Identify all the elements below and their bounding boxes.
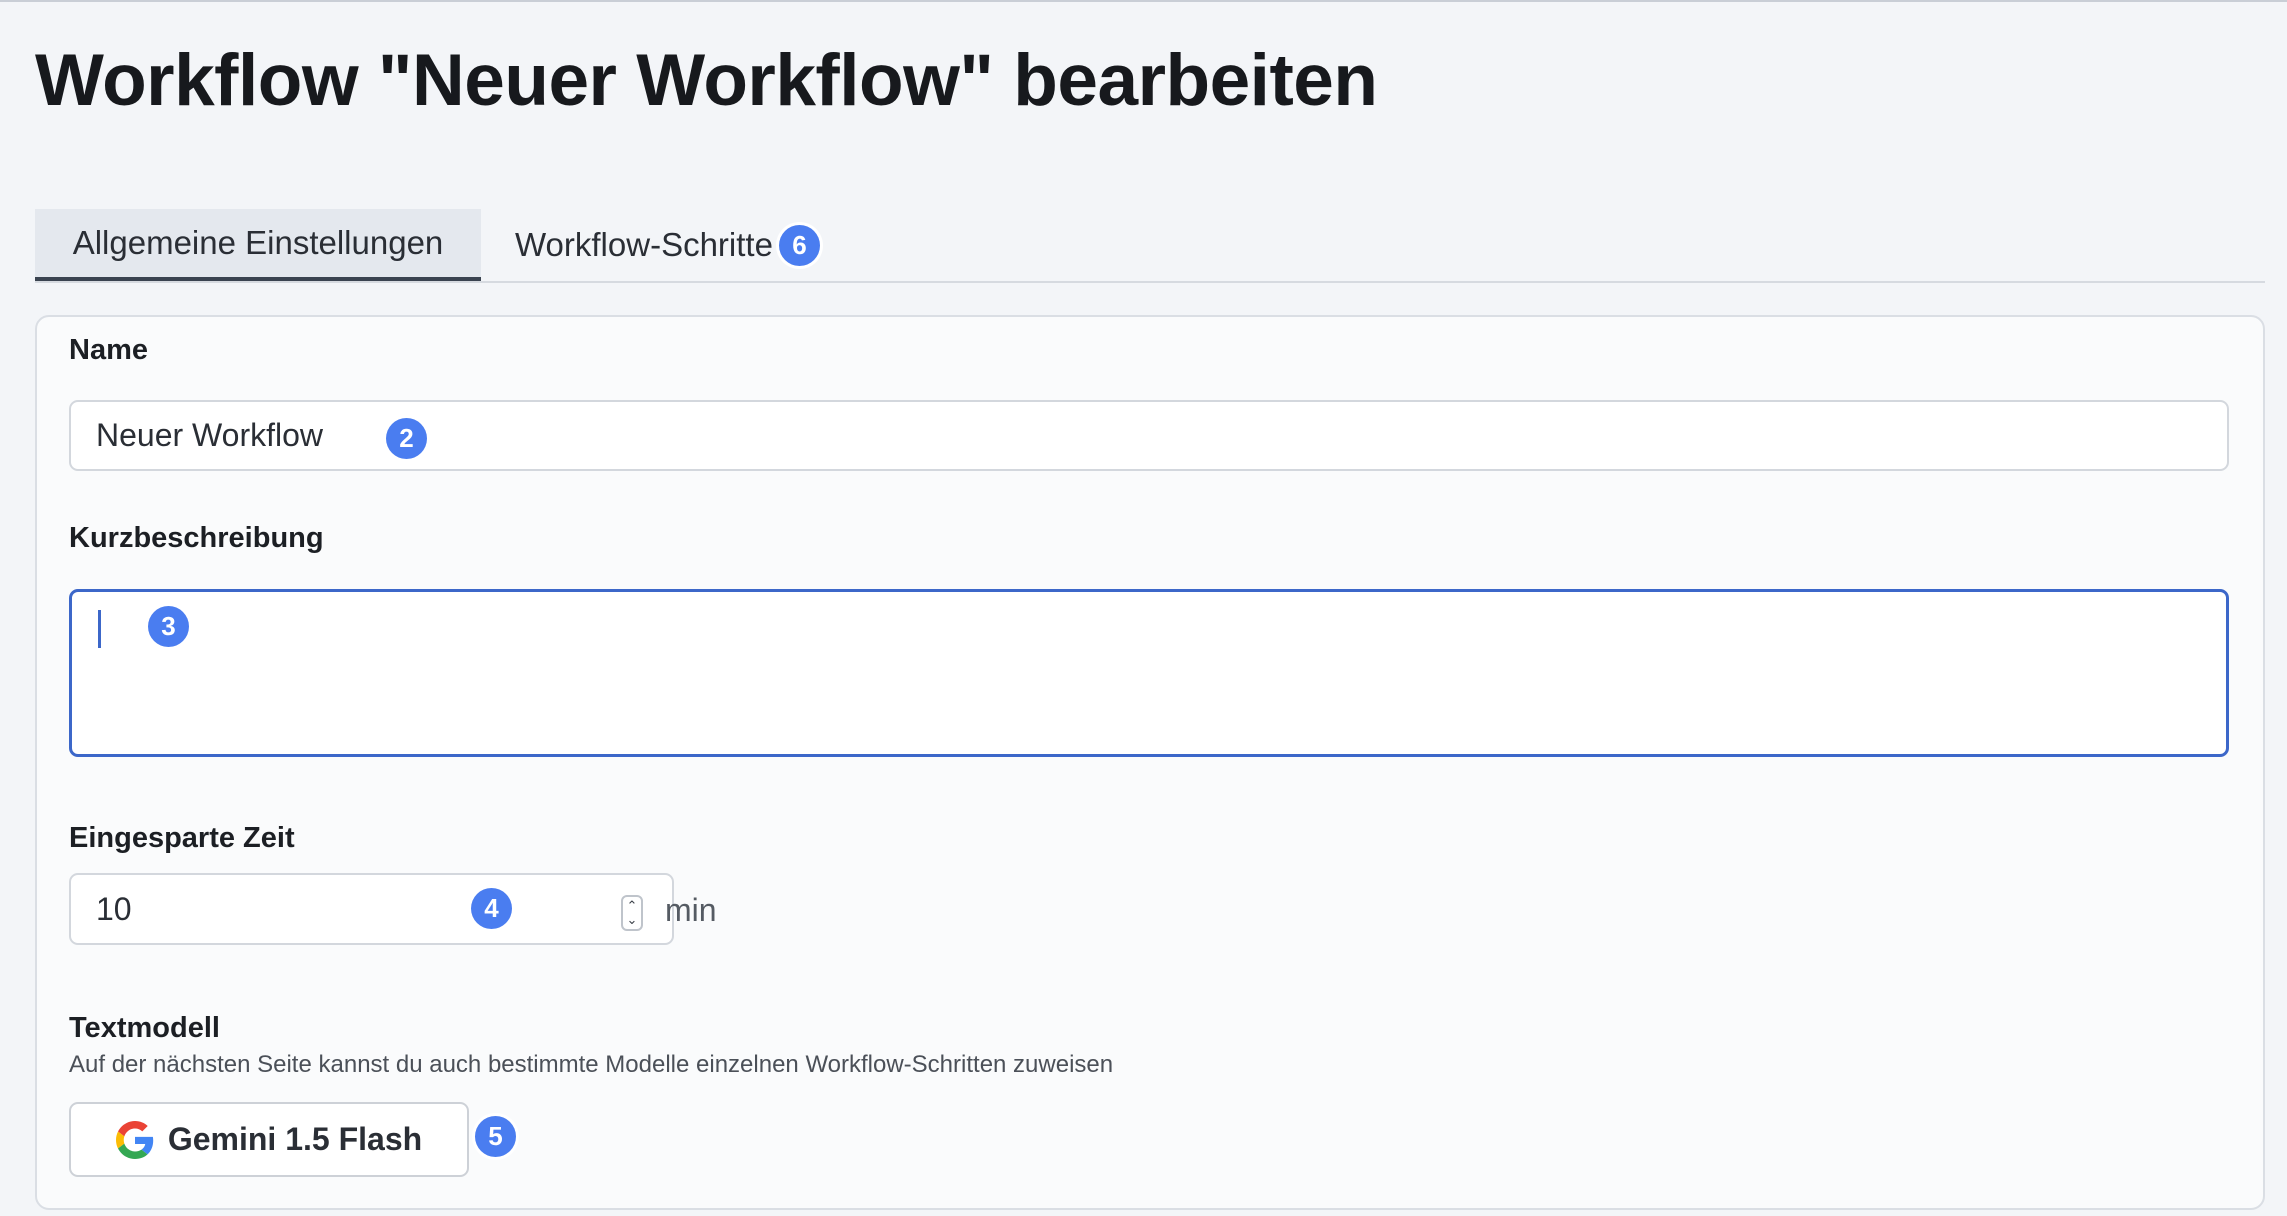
- tab-label: Workflow-Schritte: [515, 226, 773, 263]
- name-input-value: Neuer Workflow: [96, 417, 324, 453]
- tab-workflow-steps[interactable]: Workflow-Schritte 6: [515, 209, 820, 281]
- text-model-label: Textmodell: [69, 1012, 220, 1044]
- step-count-badge: 6: [778, 224, 820, 266]
- page-title: Workflow "Neuer Workflow" bearbeiten: [35, 40, 1378, 121]
- description-label: Kurzbeschreibung: [69, 522, 324, 554]
- stepper-down-icon[interactable]: ⌄: [627, 913, 638, 927]
- annotation-badge: 4: [471, 888, 512, 929]
- saved-time-label: Eingesparte Zeit: [69, 822, 295, 854]
- name-label: Name: [69, 334, 148, 366]
- annotation-badge: 3: [148, 606, 189, 647]
- description-textarea[interactable]: [69, 589, 2229, 757]
- stepper-up-icon[interactable]: ⌃: [627, 899, 638, 913]
- annotation-badge: 5: [475, 1116, 516, 1157]
- text-model-hint: Auf der nächsten Seite kannst du auch be…: [69, 1051, 1114, 1078]
- google-g-icon: [115, 1120, 154, 1159]
- annotation-badge: 2: [386, 418, 427, 459]
- saved-time-value: 10: [96, 890, 132, 927]
- text-caret: [98, 610, 101, 648]
- saved-time-input[interactable]: 10 ⌃ ⌄ min: [69, 873, 717, 945]
- tab-general-settings[interactable]: Allgemeine Einstellungen: [35, 209, 481, 281]
- tab-label: Allgemeine Einstellungen: [72, 224, 444, 261]
- text-model-button-label: Gemini 1.5 Flash: [167, 1121, 423, 1157]
- number-stepper[interactable]: ⌃ ⌄: [621, 895, 643, 931]
- tab-bar: Allgemeine Einstellungen Workflow-Schrit…: [35, 209, 2265, 283]
- saved-time-unit: min: [665, 892, 717, 928]
- text-model-button[interactable]: Gemini 1.5 Flash: [69, 1102, 469, 1177]
